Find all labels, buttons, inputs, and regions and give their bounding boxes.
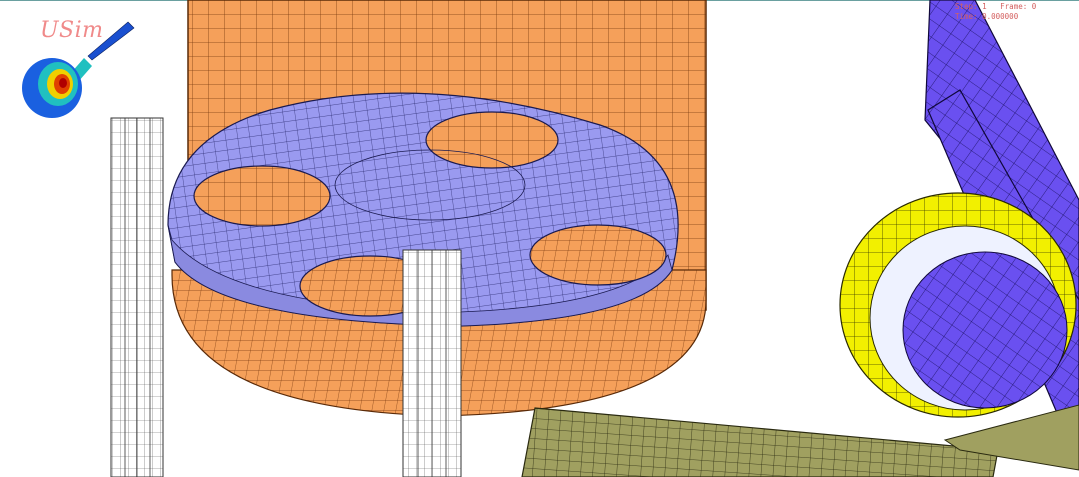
hud-step-frame: Step: 1 Frame: 0 xyxy=(955,2,1037,11)
olive-plate[interactable] xyxy=(521,407,999,477)
app-logo-text: USim xyxy=(40,18,104,43)
fem-3d-viewport[interactable] xyxy=(0,0,1079,477)
rail-left[interactable] xyxy=(110,117,164,477)
hud-time: Time: 0.000000 xyxy=(955,12,1019,21)
simulation-status-readout: Step: 1 Frame: 0 Time: 0.000000 xyxy=(955,2,1036,22)
yellow-ring[interactable] xyxy=(839,192,1077,418)
rail-center[interactable] xyxy=(402,249,462,477)
